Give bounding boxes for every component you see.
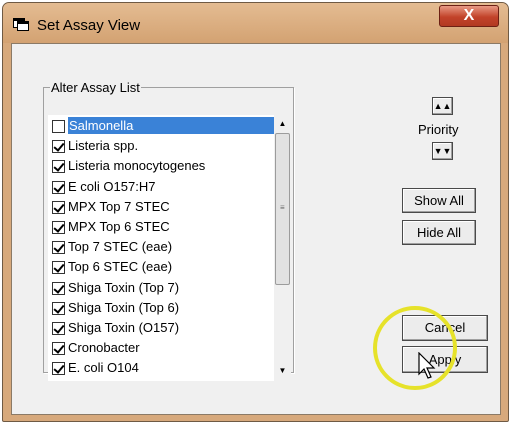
assay-checkbox[interactable]	[52, 180, 65, 194]
assay-label: Cronobacter	[68, 340, 140, 356]
list-item[interactable]: Listeria spp.	[52, 137, 277, 156]
assay-checkbox[interactable]	[52, 221, 65, 234]
hide-all-button[interactable]: Hide All	[402, 220, 476, 245]
assay-label: Salmonella	[68, 117, 276, 134]
scrollbar-thumb[interactable]: ≡	[275, 133, 290, 285]
assay-label: Shiga Toxin (Top 6)	[68, 299, 180, 315]
assay-label: Shiga Toxin (O157)	[68, 320, 180, 335]
scroll-grip-icon: ≡	[280, 203, 285, 212]
app-icon	[13, 18, 29, 31]
close-icon: X	[463, 7, 475, 24]
close-button[interactable]: X	[439, 5, 499, 27]
assay-checkbox[interactable]	[52, 362, 65, 376]
scroll-down-arrow-icon[interactable]: ▼	[276, 364, 289, 378]
assay-checkbox[interactable]	[52, 301, 65, 315]
list-item[interactable]: Shiga Toxin (Top 7)	[52, 279, 277, 298]
list-item[interactable]: Cronobacter	[52, 339, 277, 358]
list-item[interactable]: Shiga Toxin (Top 6)	[52, 299, 277, 318]
assay-checkbox[interactable]	[52, 241, 65, 255]
assay-label: E. coli O104	[68, 360, 139, 376]
alter-assay-list-group: Alter Assay List Salmonella Listeria spp.…	[43, 80, 294, 381]
list-item[interactable]: Shiga Toxin (O157)	[52, 319, 277, 338]
title-bar[interactable]: Set Assay View X	[3, 3, 508, 43]
assay-label: Top 6 STEC (eae)	[68, 259, 173, 275]
list-item[interactable]: Top 7 STEC (eae)	[52, 238, 277, 257]
list-item[interactable]: Top 6 STEC (eae)	[52, 258, 277, 277]
assay-label: MPX Top 6 STEC	[68, 219, 170, 234]
list-scrollbar[interactable]: ▲ ≡ ▼	[274, 115, 291, 381]
list-item[interactable]: MPX Top 7 STEC	[52, 198, 277, 217]
assay-checkbox[interactable]	[52, 200, 65, 214]
highlight-circle	[373, 306, 457, 390]
assay-label: E coli O157:H7	[68, 178, 156, 194]
priority-up-button[interactable]: ▲▲	[432, 97, 453, 115]
assay-label: Top 7 STEC (eae)	[68, 239, 173, 255]
window-title: Set Assay View	[37, 17, 141, 34]
priority-down-button[interactable]: ▼▼	[432, 142, 453, 160]
assay-checkbox[interactable]	[52, 120, 65, 133]
priority-label: Priority	[418, 122, 459, 137]
assay-label: Shiga Toxin (Top 7)	[68, 279, 180, 295]
assay-checkbox[interactable]	[52, 261, 65, 275]
list-item[interactable]: Listeria monocytogenes	[52, 157, 277, 176]
assay-checkbox[interactable]	[52, 140, 65, 154]
assay-label: Listeria spp.	[68, 138, 139, 154]
group-legend: Alter Assay List	[51, 80, 140, 95]
assay-list[interactable]: Salmonella Listeria spp. Listeria monocyto…	[48, 115, 291, 381]
double-chevron-down-icon: ▼▼	[433, 146, 452, 156]
assay-checkbox[interactable]	[52, 342, 65, 356]
list-item[interactable]: E. coli O104	[52, 359, 277, 378]
mouse-pointer-icon	[418, 352, 436, 379]
show-all-button[interactable]: Show All	[402, 188, 476, 213]
assay-label: MPX Top 7 STEC	[68, 198, 170, 214]
scroll-up-arrow-icon[interactable]: ▲	[276, 117, 289, 131]
assay-checkbox[interactable]	[52, 160, 65, 174]
list-item[interactable]: MPX Top 6 STEC	[52, 218, 277, 237]
assay-label: Listeria monocytogenes	[68, 158, 206, 174]
assay-checkbox[interactable]	[52, 322, 65, 335]
list-item[interactable]: Salmonella	[52, 117, 277, 136]
assay-checkbox[interactable]	[52, 281, 65, 295]
double-chevron-up-icon: ▲▲	[433, 101, 452, 111]
list-item[interactable]: E coli O157:H7	[52, 178, 277, 197]
